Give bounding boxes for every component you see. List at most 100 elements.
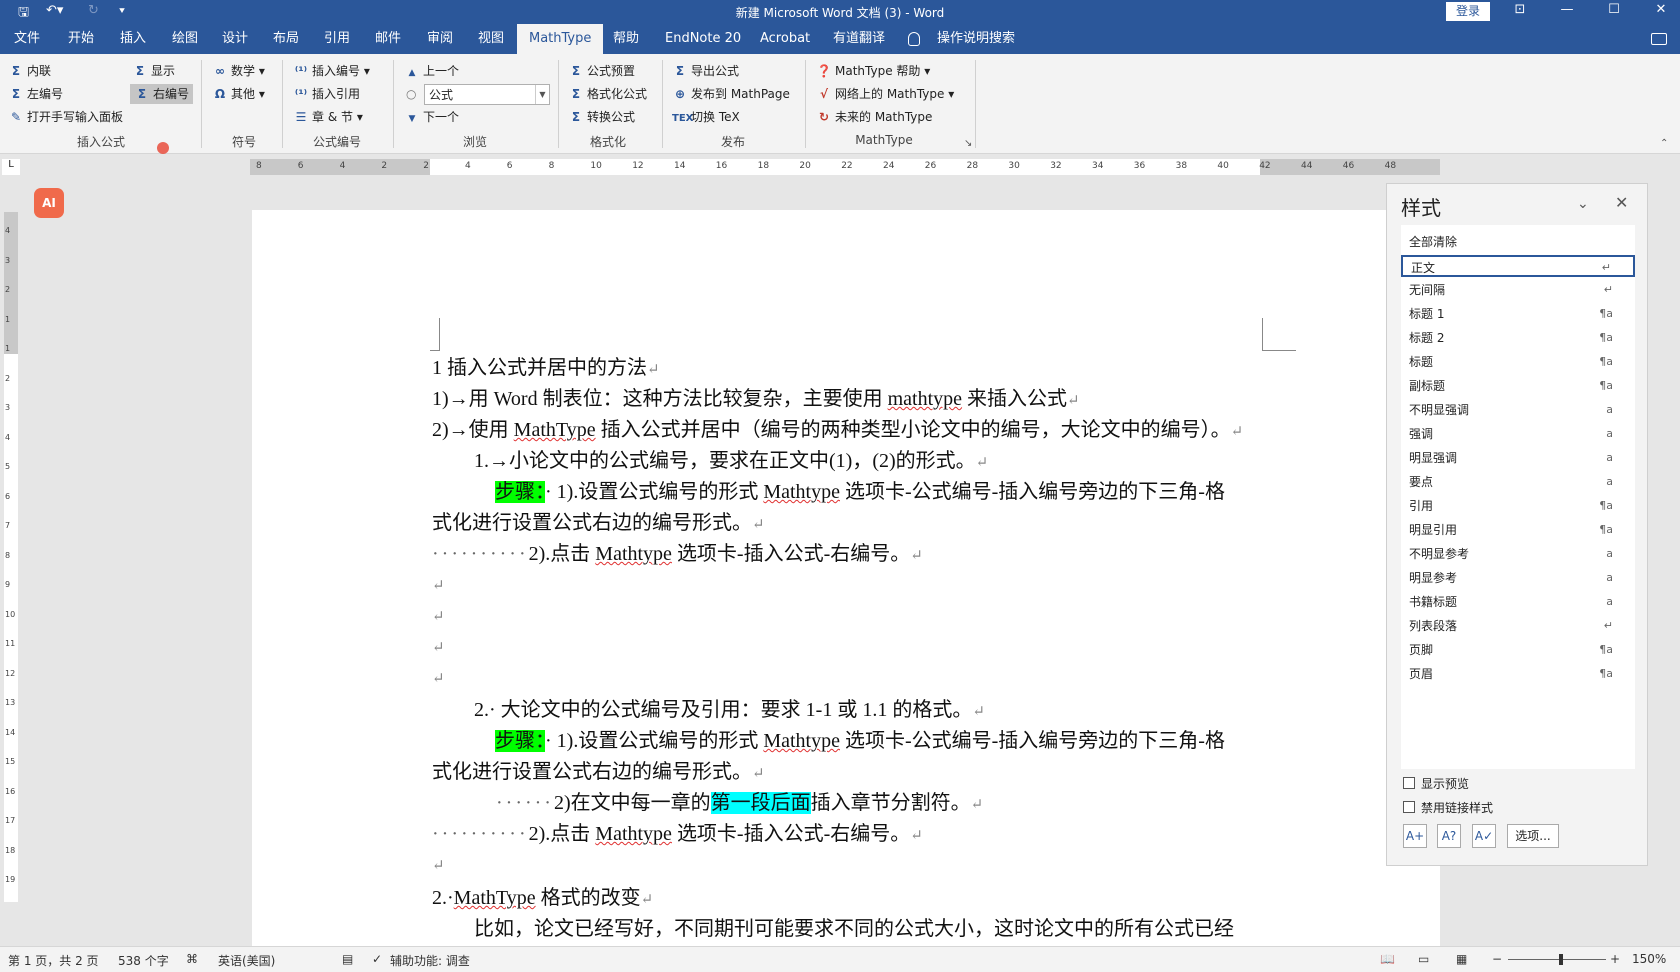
ruler-tick-label: 46 [1342,161,1355,171]
style-item[interactable]: 标题 2 ¶a [1401,327,1635,349]
tab-references[interactable]: 引用 [324,24,350,54]
manage-styles-icon[interactable]: A✓ [1472,824,1496,848]
style-item[interactable]: 列表段落 ↵ [1401,615,1635,637]
zoom-slider[interactable] [1508,959,1606,960]
tab-layout[interactable]: 布局 [273,24,299,54]
formula-preset-button[interactable]: Σ 公式预置 [568,61,635,81]
style-item[interactable]: 页眉 ¶a [1401,663,1635,685]
page-count[interactable]: 第 1 页，共 2 页 [8,952,99,969]
tab-endnote[interactable]: EndNote 20 [665,24,741,54]
maximize-icon[interactable]: ☐ [1602,2,1626,17]
tab-acrobat[interactable]: Acrobat [760,24,810,54]
tab-review[interactable]: 审阅 [427,24,453,54]
read-mode-icon[interactable]: 📖 [1380,952,1395,966]
vertical-ruler[interactable]: 4 3 2 1 1 2 3 4 5 6 7 8 9 10 11 12 13 14 15 16 17 18 19 [4,212,18,902]
ruler-tick-label: 18 [5,845,16,855]
style-item[interactable]: 强调 a [1401,423,1635,445]
chevron-down-icon[interactable]: ▼ [535,85,549,104]
tab-mailings[interactable]: 邮件 [375,24,401,54]
tab-mathtype[interactable]: MathType [517,24,604,54]
chapter-section-dropdown[interactable]: ☰ 章 & 节 ▾ [293,107,363,127]
style-item[interactable]: 副标题 ¶a [1401,375,1635,397]
horizontal-ruler[interactable]: 8 6 4 2 2 4 6 8 10 12 14 16 18 20 22 24 26 28 30 32 34 36 38 40… [250,159,1440,175]
language[interactable]: 英语(美国) [218,952,275,969]
accessibility-icon[interactable]: ✓ [372,952,382,966]
styles-pane-title: 样式 [1401,196,1441,220]
new-style-icon[interactable]: A+ [1403,824,1427,848]
export-formula-button[interactable]: Σ 导出公式 [672,61,739,81]
style-item[interactable]: 正文 ↵ [1401,255,1635,277]
style-item[interactable]: 页脚 ¶a [1401,639,1635,661]
right-number-button[interactable]: Σ 右编号 [130,84,194,104]
disable-linked-styles-checkbox[interactable] [1403,801,1415,813]
zoom-out-icon[interactable]: − [1492,952,1502,966]
tab-file[interactable]: 文件 [14,24,40,54]
print-layout-icon[interactable]: ▭ [1418,952,1429,966]
math-symbols-dropdown[interactable]: ∞ 数学 ▾ [212,61,265,81]
tab-help[interactable]: 帮助 [613,24,639,54]
previous-button[interactable]: ▲ 上一个 [404,61,459,81]
word-count[interactable]: 538 个字 [118,952,169,969]
style-item[interactable]: 标题 ¶a [1401,351,1635,373]
lightbulb-icon [908,32,920,46]
tab-view[interactable]: 视图 [478,24,504,54]
tab-design[interactable]: 设计 [222,24,248,54]
group-separator [975,60,976,148]
options-button[interactable]: 选项... [1507,824,1559,848]
toggle-tex-button[interactable]: TEX切换 TeX [672,107,740,127]
style-item[interactable]: 标题 1 ¶a [1401,303,1635,325]
show-preview-checkbox[interactable] [1403,777,1415,789]
style-item[interactable]: 不明显强调 a [1401,399,1635,421]
macro-icon[interactable]: ▤ [342,952,353,966]
other-symbols-dropdown[interactable]: Ω 其他 ▾ [212,84,265,104]
style-item-label: 标题 [1409,355,1434,369]
browse-type-combo[interactable]: 公式 ▼ [424,84,550,105]
proofing-icon[interactable]: ⌘ [186,952,198,966]
style-item[interactable]: 无间隔 ↵ [1401,279,1635,301]
style-type-icon: a [1606,451,1613,464]
convert-formula-button[interactable]: Σ 转换公式 [568,107,635,127]
next-button[interactable]: ▼ 下一个 [404,107,459,127]
web-layout-icon[interactable]: ▦ [1456,952,1467,966]
login-button[interactable]: 登录 [1446,2,1490,21]
style-item[interactable]: 书籍标题 a [1401,591,1635,613]
handwriting-panel-button[interactable]: ✎ 打开手写输入面板 [8,107,123,127]
chevron-down-icon[interactable]: ⌄ [1577,196,1589,212]
zoom-level[interactable]: 150% [1632,952,1666,966]
format-formula-button[interactable]: Σ 格式化公式 [568,84,647,104]
style-item[interactable]: 不明显参考 a [1401,543,1635,565]
style-item[interactable]: 明显引用 ¶a [1401,519,1635,541]
inline-button[interactable]: Σ 内联 [8,61,51,81]
close-window-icon[interactable]: ✕ [1649,2,1673,17]
mathtype-help-dropdown[interactable]: ❓ MathType 帮助 ▾ [816,61,931,81]
dialog-launcher-icon[interactable]: ↘ [964,134,972,154]
tab-youdao[interactable]: 有道翻译 [833,24,885,54]
comments-icon[interactable] [1651,33,1667,45]
zoom-in-icon[interactable]: + [1610,952,1620,966]
accessibility-status[interactable]: 辅助功能: 调查 [390,952,470,969]
ribbon-display-icon[interactable]: ⊡ [1508,2,1532,17]
style-item[interactable]: 全部清除 [1401,231,1635,253]
tab-home[interactable]: 开始 [68,24,94,54]
tab-draw[interactable]: 绘图 [172,24,198,54]
style-inspector-icon[interactable]: A? [1437,824,1461,848]
collapse-ribbon-icon[interactable]: ⌃ [1660,134,1668,154]
style-item[interactable]: 明显强调 a [1401,447,1635,469]
publish-mathpage-button[interactable]: ⊕ 发布到 MathPage [672,84,790,104]
tell-me-search[interactable]: 操作说明搜索 [937,24,1015,54]
ai-assistant-icon[interactable]: AI [34,188,64,218]
mathtype-online-dropdown[interactable]: √ 网络上的 MathType ▾ [816,84,954,104]
zoom-slider-knob[interactable] [1559,954,1563,965]
future-mathtype-button[interactable]: ↻ 未来的 MathType [816,107,932,127]
display-button[interactable]: Σ 显示 [132,61,175,81]
style-item[interactable]: 要点 a [1401,471,1635,493]
tab-selector[interactable]: L [2,159,20,175]
tab-insert[interactable]: 插入 [120,24,146,54]
minimize-icon[interactable]: — [1555,2,1579,17]
style-item[interactable]: 明显参考 a [1401,567,1635,589]
style-item[interactable]: 引用 ¶a [1401,495,1635,517]
left-number-button[interactable]: Σ 左编号 [8,84,63,104]
insert-reference-button[interactable]: ⁽¹⁾ 插入引用 [293,84,360,104]
insert-number-button[interactable]: ⁽¹⁾ 插入编号 ▾ [293,61,370,81]
close-icon[interactable]: ✕ [1615,193,1628,212]
